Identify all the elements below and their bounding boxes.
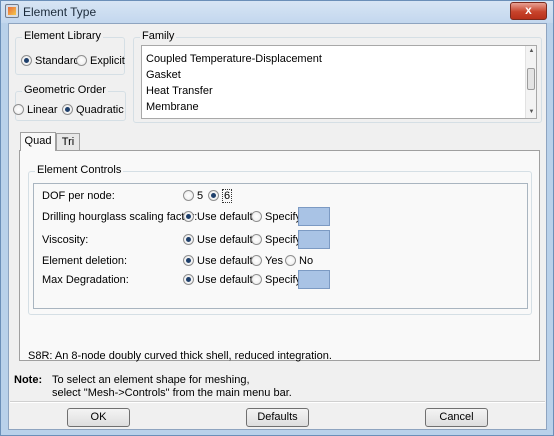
deletion-no-label: No bbox=[299, 255, 314, 267]
explicit-radio[interactable]: Explicit bbox=[76, 55, 125, 67]
linear-label: Linear bbox=[27, 104, 58, 116]
geometric-order-title: Geometric Order bbox=[22, 84, 108, 96]
element-library-title: Element Library bbox=[22, 30, 104, 42]
viscosity-label: Viscosity: bbox=[42, 234, 89, 246]
element-controls-title: Element Controls bbox=[35, 164, 124, 176]
app-icon bbox=[5, 4, 19, 18]
viscosity-specify-radio-icon bbox=[251, 234, 262, 245]
family-item[interactable]: Gasket bbox=[146, 69, 181, 81]
dof-6-radio-icon bbox=[208, 190, 219, 201]
window-title: Element Type bbox=[23, 5, 97, 19]
dof-5-radio-icon bbox=[183, 190, 194, 201]
drilling-specify-label: Specify bbox=[265, 211, 302, 223]
quadratic-radio[interactable]: Quadratic bbox=[62, 104, 124, 116]
note-label: Note: bbox=[14, 374, 43, 386]
viscosity-specify-label: Specify bbox=[265, 234, 302, 246]
element-description: S8R: An 8-node doubly curved thick shell… bbox=[28, 350, 332, 362]
dof-6-radio[interactable]: 6 bbox=[208, 189, 233, 203]
drilling-use-default-radio[interactable]: Use default bbox=[183, 211, 253, 223]
deletion-no-radio-icon bbox=[285, 255, 296, 266]
linear-radio[interactable]: Linear bbox=[13, 104, 58, 116]
deletion-use-default-radio-icon bbox=[183, 255, 194, 266]
dof-label: DOF per node: bbox=[42, 190, 115, 202]
deletion-no-radio[interactable]: No bbox=[285, 255, 313, 267]
geometric-order-group: Geometric Order Linear Quadratic bbox=[13, 84, 126, 121]
deletion-use-default-radio[interactable]: Use default bbox=[183, 255, 253, 267]
defaults-button[interactable]: Defaults bbox=[246, 408, 309, 427]
family-title: Family bbox=[140, 30, 177, 42]
tab-tri[interactable]: Tri bbox=[56, 133, 80, 151]
drilling-value-field[interactable] bbox=[298, 207, 330, 226]
viscosity-specify-radio[interactable]: Specify bbox=[251, 234, 301, 246]
degradation-use-default-radio[interactable]: Use default bbox=[183, 274, 253, 286]
dof-5-radio[interactable]: 5 bbox=[183, 190, 203, 202]
standard-radio-icon bbox=[21, 55, 32, 66]
viscosity-value-field[interactable] bbox=[298, 230, 330, 249]
viscosity-use-default-label: Use default bbox=[197, 234, 253, 246]
degradation-specify-label: Specify bbox=[265, 274, 302, 286]
max-degradation-label: Max Degradation: bbox=[42, 274, 129, 286]
element-type-dialog: Element Type x Element Library Standard … bbox=[0, 0, 554, 436]
dof-6-label: 6 bbox=[222, 189, 233, 203]
drilling-use-default-radio-icon bbox=[183, 211, 194, 222]
family-list[interactable]: Coupled Temperature-Displacement Gasket … bbox=[141, 45, 537, 119]
note-line-2: select "Mesh->Controls" from the main me… bbox=[52, 387, 292, 399]
ok-button[interactable]: OK bbox=[67, 408, 130, 427]
deletion-yes-radio-icon bbox=[251, 255, 262, 266]
title-bar: Element Type x bbox=[1, 1, 553, 23]
viscosity-use-default-radio[interactable]: Use default bbox=[183, 234, 253, 246]
scroll-thumb[interactable] bbox=[527, 68, 535, 90]
close-button[interactable]: x bbox=[510, 2, 547, 20]
degradation-value-field[interactable] bbox=[298, 270, 330, 289]
degradation-use-default-radio-icon bbox=[183, 274, 194, 285]
note-line-1: To select an element shape for meshing, bbox=[52, 374, 250, 386]
family-item[interactable]: Heat Transfer bbox=[146, 85, 213, 97]
standard-label: Standard bbox=[35, 55, 80, 67]
scroll-up-icon[interactable]: ▲ bbox=[527, 47, 536, 56]
element-library-group: Element Library Standard Explicit bbox=[15, 30, 125, 75]
explicit-radio-icon bbox=[76, 55, 87, 66]
explicit-label: Explicit bbox=[90, 55, 125, 67]
deletion-yes-label: Yes bbox=[265, 255, 283, 267]
deletion-yes-radio[interactable]: Yes bbox=[251, 255, 283, 267]
family-item[interactable]: Coupled Temperature-Displacement bbox=[146, 53, 322, 65]
dof-5-label: 5 bbox=[197, 190, 204, 202]
quadratic-label: Quadratic bbox=[76, 104, 124, 116]
drilling-use-default-label: Use default bbox=[197, 211, 253, 223]
linear-radio-icon bbox=[13, 104, 24, 115]
deletion-use-default-label: Use default bbox=[197, 255, 253, 267]
tab-quad[interactable]: Quad bbox=[20, 132, 56, 151]
element-controls-box: DOF per node: 5 6 Drilling hourglass sca… bbox=[33, 183, 528, 309]
drilling-label: Drilling hourglass scaling factor: bbox=[42, 211, 198, 223]
dialog-body: Element Library Standard Explicit Geomet… bbox=[8, 23, 547, 430]
scroll-down-icon[interactable]: ▼ bbox=[527, 108, 536, 117]
family-scrollbar[interactable]: ▲ ▼ bbox=[525, 46, 536, 118]
element-deletion-label: Element deletion: bbox=[42, 255, 127, 267]
separator-highlight bbox=[10, 402, 545, 403]
quad-tab-panel: Element Controls DOF per node: 5 6 Drill… bbox=[19, 150, 540, 362]
viscosity-use-default-radio-icon bbox=[183, 234, 194, 245]
standard-radio[interactable]: Standard bbox=[21, 55, 80, 67]
drilling-specify-radio[interactable]: Specify bbox=[251, 211, 301, 223]
cancel-button[interactable]: Cancel bbox=[425, 408, 488, 427]
degradation-specify-radio-icon bbox=[251, 274, 262, 285]
degradation-use-default-label: Use default bbox=[197, 274, 253, 286]
quadratic-radio-icon bbox=[62, 104, 73, 115]
family-item[interactable]: Membrane bbox=[146, 101, 199, 113]
drilling-specify-radio-icon bbox=[251, 211, 262, 222]
degradation-specify-radio[interactable]: Specify bbox=[251, 274, 301, 286]
